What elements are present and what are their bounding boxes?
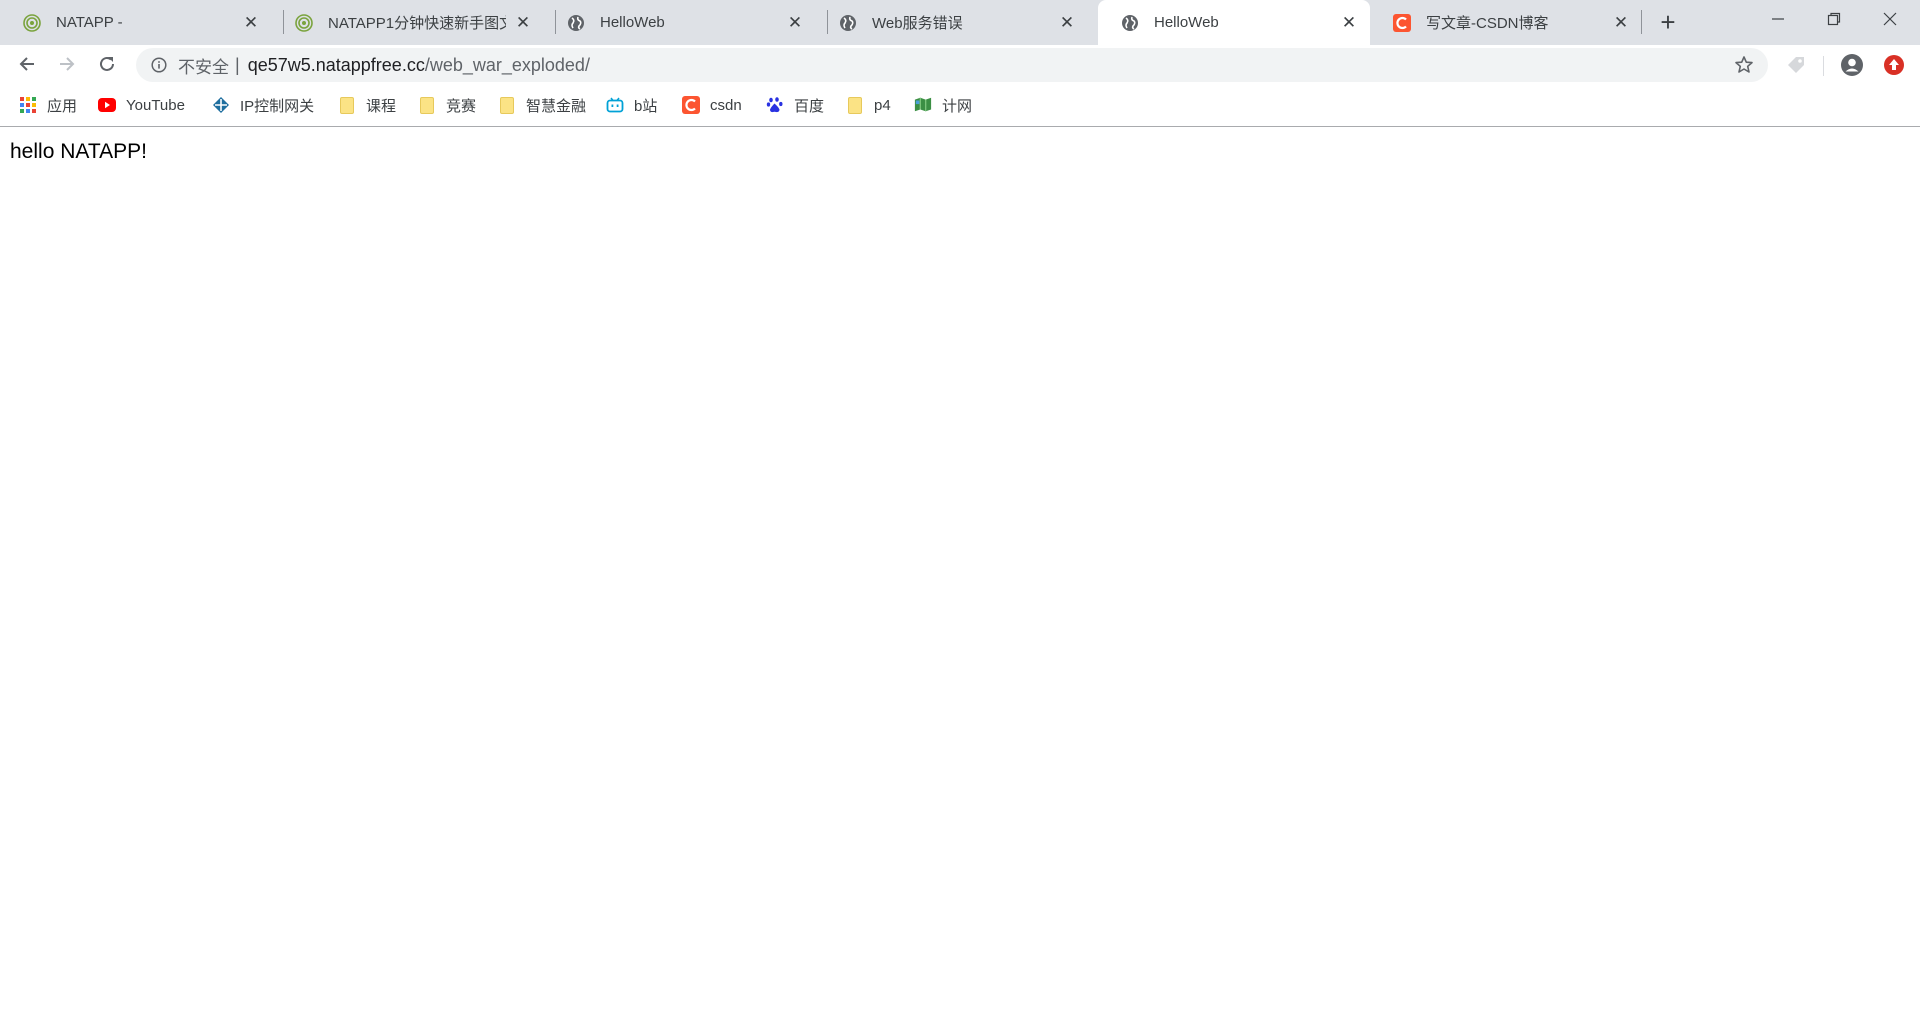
folder-icon <box>338 96 356 114</box>
browser-toolbar: 不安全 | qe57w5.natappfree.cc/web_war_explo… <box>0 45 1920 84</box>
tab-csdn-write[interactable]: 写文章-CSDN博客 ✕ <box>1370 0 1642 45</box>
restore-icon <box>1827 12 1841 26</box>
tab-title: NATAPP - <box>56 14 123 31</box>
bookmark-apps[interactable]: 应用 <box>19 94 77 116</box>
close-icon <box>1883 12 1897 26</box>
minimize-icon <box>1772 18 1784 20</box>
bilibili-icon <box>606 96 624 114</box>
bookmark-baidu[interactable]: 百度 <box>766 94 824 116</box>
close-icon[interactable]: ✕ <box>514 14 532 32</box>
bookmark-label: 竞赛 <box>446 97 477 115</box>
close-icon[interactable]: ✕ <box>1340 14 1358 32</box>
update-icon[interactable] <box>1882 53 1906 77</box>
bookmarks-bar: 应用 YouTube IP控制网关 课程 竞赛 智慧金融 b站 csdn 百度 … <box>0 84 1920 127</box>
globe-icon <box>566 13 586 33</box>
bookmark-label: 课程 <box>366 97 397 115</box>
globe-icon <box>838 13 858 33</box>
minimize-button[interactable] <box>1750 0 1806 38</box>
profile-avatar-icon[interactable] <box>1840 53 1864 77</box>
bookmark-csdn[interactable]: csdn <box>682 94 742 116</box>
tab-natapp-guide[interactable]: NATAPP1分钟快速新手图文 ✕ <box>272 0 544 45</box>
url-host: qe57w5.natappfree.cc <box>247 54 425 75</box>
extension-tag-icon[interactable] <box>1784 53 1808 77</box>
bookmark-bilibili[interactable]: b站 <box>606 94 657 116</box>
bookmark-folder-courses[interactable]: 课程 <box>338 94 396 116</box>
address-bar[interactable]: 不安全 | qe57w5.natappfree.cc/web_war_explo… <box>136 48 1768 82</box>
csdn-icon <box>682 96 700 114</box>
bookmark-youtube[interactable]: YouTube <box>98 94 185 116</box>
tab-helloweb-1[interactable]: HelloWeb ✕ <box>544 0 816 45</box>
network-icon <box>212 96 230 114</box>
bookmark-label: YouTube <box>126 96 185 114</box>
bookmark-folder-fintech[interactable]: 智慧金融 <box>498 94 586 116</box>
bookmark-label: p4 <box>874 96 891 114</box>
security-label[interactable]: 不安全 <box>178 53 229 78</box>
address-divider: | <box>235 54 240 75</box>
info-icon[interactable] <box>150 56 168 74</box>
natapp-icon <box>22 13 42 33</box>
natapp-icon <box>294 13 314 33</box>
bookmark-folder-p4[interactable]: p4 <box>846 94 891 116</box>
close-icon[interactable]: ✕ <box>786 14 804 32</box>
arrow-right-icon <box>60 57 75 71</box>
tab-title: Web服务错误 <box>872 15 963 32</box>
restore-button[interactable] <box>1806 0 1862 38</box>
reload-button[interactable] <box>91 48 123 80</box>
back-button[interactable] <box>11 48 43 80</box>
folder-icon <box>498 96 516 114</box>
tab-helloweb-active[interactable]: HelloWeb ✕ <box>1098 0 1370 45</box>
bookmark-folder-contests[interactable]: 竞赛 <box>418 94 476 116</box>
close-window-button[interactable] <box>1862 0 1918 38</box>
bookmark-label: 应用 <box>47 97 78 115</box>
arrow-left-icon <box>19 57 34 71</box>
youtube-icon <box>98 96 116 114</box>
tab-natapp[interactable]: NATAPP - ✕ <box>0 0 272 45</box>
tab-strip: NATAPP - ✕ NATAPP1分钟快速新手图文 ✕ HelloWeb ✕ … <box>0 0 1920 45</box>
tab-separator <box>1641 10 1642 34</box>
new-tab-button[interactable]: + <box>1653 7 1683 37</box>
forward-button[interactable] <box>51 48 83 80</box>
url-text[interactable]: qe57w5.natappfree.cc/web_war_exploded/ <box>248 55 590 76</box>
bookmark-label: IP控制网关 <box>240 97 315 115</box>
globe-icon <box>1120 13 1140 33</box>
bookmark-label: csdn <box>710 96 742 114</box>
bookmark-label: 计网 <box>942 97 973 115</box>
close-icon[interactable]: ✕ <box>242 14 260 32</box>
tab-web-error[interactable]: Web服务错误 ✕ <box>816 0 1088 45</box>
bookmark-star-icon[interactable] <box>1734 55 1754 75</box>
csdn-icon <box>1392 13 1412 33</box>
bookmark-networking[interactable]: 计网 <box>914 94 972 116</box>
close-icon[interactable]: ✕ <box>1058 14 1076 32</box>
apps-grid-icon <box>19 96 37 114</box>
url-path: /web_war_exploded/ <box>424 54 590 75</box>
bookmark-label: 智慧金融 <box>526 97 587 115</box>
map-icon <box>914 96 932 114</box>
bookmark-label: 百度 <box>794 97 825 115</box>
tab-title: NATAPP1分钟快速新手图文 <box>328 15 506 32</box>
folder-icon <box>846 96 864 114</box>
folder-icon <box>418 96 436 114</box>
bookmark-ip-gateway[interactable]: IP控制网关 <box>212 94 314 116</box>
tab-title: HelloWeb <box>600 14 665 31</box>
close-icon[interactable]: ✕ <box>1612 14 1630 32</box>
bookmark-label: b站 <box>634 97 658 115</box>
baidu-icon <box>766 96 784 114</box>
page-content: hello NATAPP! <box>0 128 1920 1030</box>
page-body-text: hello NATAPP! <box>10 140 147 163</box>
toolbar-separator <box>1823 56 1824 76</box>
tab-title: HelloWeb <box>1154 14 1219 31</box>
tab-title: 写文章-CSDN博客 <box>1426 15 1549 32</box>
reload-icon <box>100 56 114 71</box>
